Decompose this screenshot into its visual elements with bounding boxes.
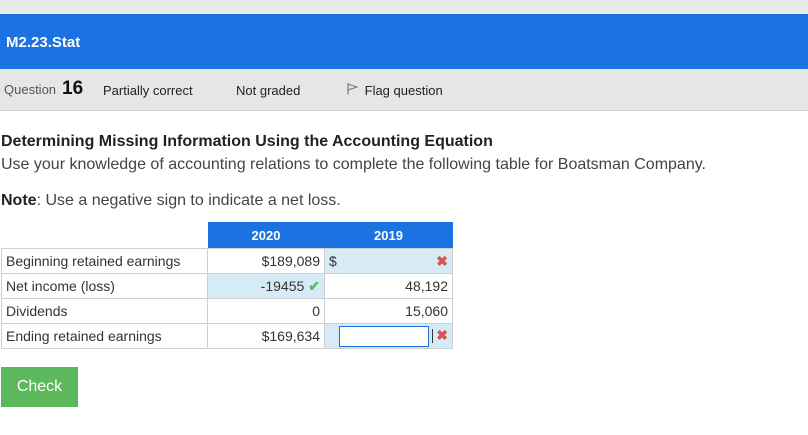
row-label: Ending retained earnings xyxy=(1,323,208,349)
column-header-2020: 2020 xyxy=(207,222,325,249)
answer-cell-2019: ✖ xyxy=(324,323,453,349)
table-corner xyxy=(1,222,208,249)
row-label: Beginning retained earnings xyxy=(1,248,208,274)
table-row: Net income (loss) -19455 ✔ 48,192 xyxy=(1,273,453,299)
correct-icon: ✔ xyxy=(308,277,320,294)
answer-cell-2019[interactable]: $ ✖ xyxy=(324,248,453,274)
currency-symbol: $ xyxy=(329,252,337,269)
question-status: Partially correct xyxy=(103,83,193,98)
note-label: Note xyxy=(1,192,37,209)
table-row: Beginning retained earnings $189,089 $ ✖ xyxy=(1,248,453,274)
cell-2020: $169,634 xyxy=(207,323,325,349)
question-note: Note: Use a negative sign to indicate a … xyxy=(1,192,341,210)
answer-value: -19455 xyxy=(260,277,305,294)
question-instruction: Use your knowledge of accounting relatio… xyxy=(1,156,706,173)
note-text: : Use a negative sign to indicate a net … xyxy=(36,192,341,209)
flag-icon xyxy=(347,83,361,98)
flag-question-button[interactable]: Flag question xyxy=(347,83,443,98)
retained-earnings-table: 2020 2019 Beginning retained earnings $1… xyxy=(1,222,453,349)
question-number: 16 xyxy=(62,78,84,99)
cell-2019: 48,192 xyxy=(324,273,453,299)
question-heading: Determining Missing Information Using th… xyxy=(1,133,493,150)
cell-2020: $189,089 xyxy=(207,248,325,274)
question-label: Question xyxy=(4,82,57,97)
incorrect-icon: ✖ xyxy=(436,252,448,269)
question-bar: Question 16 Partially correct Not graded… xyxy=(0,69,808,111)
page-title: M2.23.Stat xyxy=(6,34,81,51)
cell-2020: 0 xyxy=(207,298,325,324)
row-label: Net income (loss) xyxy=(1,273,208,299)
cell-2019: 15,060 xyxy=(324,298,453,324)
answer-cell-2020[interactable]: -19455 ✔ xyxy=(207,273,325,299)
check-button[interactable]: Check xyxy=(1,367,78,407)
row-label: Dividends xyxy=(1,298,208,324)
incorrect-icon: ✖ xyxy=(436,326,448,343)
table-header-row: 2020 2019 xyxy=(1,222,453,249)
top-strip xyxy=(0,0,808,14)
column-header-2019: 2019 xyxy=(324,222,453,249)
flag-question-label: Flag question xyxy=(364,83,443,98)
table-row: Dividends 0 15,060 xyxy=(1,298,453,324)
table-row: Ending retained earnings $169,634 ✖ xyxy=(1,323,453,349)
answer-input[interactable] xyxy=(339,325,430,347)
text-cursor xyxy=(432,329,434,343)
question-grade: Not graded xyxy=(236,83,301,98)
title-bar: M2.23.Stat xyxy=(0,14,808,69)
